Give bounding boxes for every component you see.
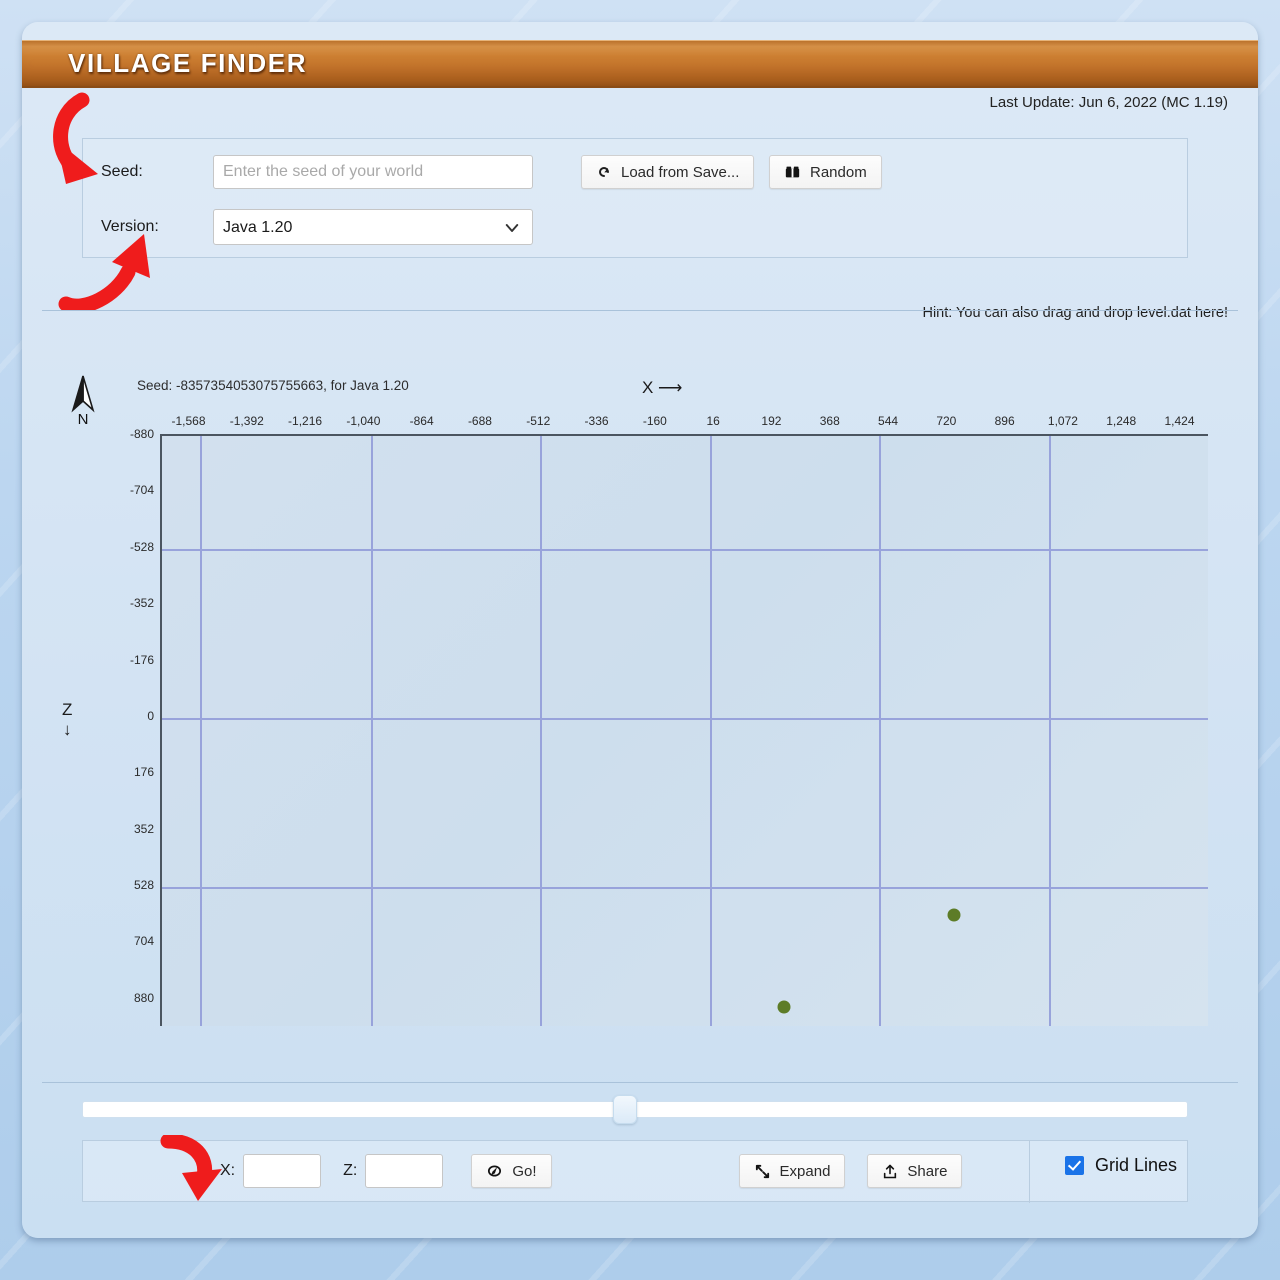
x-axis-tick-label: -1,216 <box>288 414 323 428</box>
expand-label: Expand <box>779 1162 831 1180</box>
share-upload-icon <box>884 1164 897 1178</box>
divider-top <box>42 310 1238 311</box>
bottom-toolbar: X: Z: Go! Expand Share Grid Lines <box>82 1140 1188 1203</box>
grid-vertical-line <box>709 436 712 1026</box>
x-axis-title: X ⟶ <box>642 378 683 397</box>
z-axis-tick-label: -528 <box>129 539 154 554</box>
grid-vertical-line <box>540 436 543 1026</box>
seed-settings-panel: Seed: Version: Java 1.20Java 1.19Java 1.… <box>82 138 1188 258</box>
x-axis-tick-label: 1,072 <box>1047 414 1078 428</box>
page-title: VILLAGE FINDER <box>68 48 308 78</box>
x-axis-tick-label: -864 <box>409 414 434 428</box>
x-coordinate-group: X: <box>220 1154 322 1188</box>
grid-vertical-line <box>1049 436 1052 1026</box>
x-axis-tick-label: -336 <box>584 414 609 428</box>
version-select[interactable]: Java 1.20Java 1.19Java 1.18Java 1.17Bedr… <box>213 209 533 245</box>
seed-label: Seed: <box>101 163 143 180</box>
refresh-arc-icon <box>599 167 609 177</box>
expand-button[interactable]: Expand <box>738 1154 846 1188</box>
map-seed-caption: Seed: -8357354053075755663, for Java 1.2… <box>137 378 409 393</box>
x-axis-tick-label: 1,424 <box>1164 414 1195 428</box>
zoom-slider[interactable] <box>82 1095 1188 1124</box>
version-label: Version: <box>101 218 159 235</box>
load-from-save-label: Load from Save... <box>621 163 740 181</box>
grid-vertical-line <box>199 436 202 1026</box>
z-axis-tick-label: -880 <box>129 427 154 441</box>
divider-bottom <box>42 1082 1238 1083</box>
title-ribbon: VILLAGE FINDER <box>22 40 1258 88</box>
app-card: VILLAGE FINDER Last Update: Jun 6, 2022 … <box>22 22 1258 1238</box>
village-marker[interactable] <box>777 1000 791 1014</box>
gridlines-group: Grid Lines <box>1065 1155 1177 1176</box>
x-coordinate-input[interactable] <box>243 1154 322 1188</box>
village-marker[interactable] <box>947 908 961 922</box>
compass-needle-icon <box>488 1165 502 1177</box>
go-label: Go! <box>512 1162 537 1180</box>
expand-icon <box>755 1164 769 1178</box>
zoom-slider-thumb[interactable] <box>613 1095 637 1124</box>
gridlines-checkbox[interactable] <box>1065 1156 1084 1175</box>
x-axis-tick-label: -688 <box>467 414 492 428</box>
share-button[interactable]: Share <box>867 1154 963 1188</box>
z-coord-label: Z: <box>343 1162 358 1179</box>
z-axis-ticks: -880 -704 -528 -352 -176 0 176 352 528 704 880 <box>22 322 154 1082</box>
z-axis-tick-label: 352 <box>133 821 154 836</box>
load-from-save-button[interactable]: Load from Save... <box>581 155 755 189</box>
x-axis-tick-label: -1,568 <box>171 414 206 428</box>
z-axis-tick-label: -352 <box>129 596 154 611</box>
z-coordinate-group: Z: <box>343 1154 444 1188</box>
z-axis-tick-label: 528 <box>133 878 154 893</box>
random-button[interactable]: Random <box>769 155 882 189</box>
x-axis-tick-label: 192 <box>761 414 782 428</box>
z-axis-tick-label: 0 <box>147 708 154 723</box>
grid-horizontal-line <box>162 717 1208 720</box>
version-row: Version: Java 1.20Java 1.19Java 1.18Java… <box>101 209 533 245</box>
drag-drop-hint: Hint: You can also drag and drop level.d… <box>922 305 1228 321</box>
grid-vertical-line <box>879 436 882 1026</box>
x-axis-tick-label: -512 <box>526 414 551 428</box>
z-axis-tick-label: 704 <box>133 934 154 949</box>
z-axis-tick-label: -176 <box>129 652 154 667</box>
map-plot-area[interactable] <box>160 434 1208 1026</box>
x-axis-tick-label: 720 <box>936 414 957 428</box>
gridlines-label: Grid Lines <box>1095 1155 1178 1175</box>
z-coordinate-input[interactable] <box>365 1154 444 1188</box>
grid-horizontal-line <box>162 548 1208 551</box>
z-axis-tick-label: -704 <box>129 483 154 498</box>
last-update-text: Last Update: Jun 6, 2022 (MC 1.19) <box>989 94 1228 111</box>
x-coord-label: X: <box>220 1162 236 1179</box>
x-axis-tick-label: 1,248 <box>1106 414 1137 428</box>
x-axis-tick-label: 544 <box>878 414 899 428</box>
z-axis-tick-label: 880 <box>133 990 154 1005</box>
x-axis-tick-label: 368 <box>819 414 840 428</box>
x-axis-tick-label: -1,392 <box>229 414 264 428</box>
seed-input[interactable] <box>213 155 533 189</box>
z-axis-tick-label: 176 <box>133 765 154 780</box>
grid-vertical-line <box>370 436 373 1026</box>
x-axis-tick-label: 16 <box>706 414 720 428</box>
seed-row: Seed: <box>101 155 533 189</box>
share-label: Share <box>907 1162 948 1180</box>
dice-icon <box>785 166 800 178</box>
go-button[interactable]: Go! <box>471 1154 552 1188</box>
x-axis-tick-label: -1,040 <box>346 414 381 428</box>
map-region: N Seed: -8357354053075755663, for Java 1… <box>22 322 1258 1082</box>
random-label: Random <box>810 163 867 181</box>
x-axis-tick-label: -160 <box>642 414 667 428</box>
x-axis-tick-label: 896 <box>994 414 1015 428</box>
toolbar-separator <box>1029 1141 1030 1203</box>
x-axis-ticks: -1,568 -1,392 -1,216 -1,040 -864 -688 -512 -336… <box>22 414 1258 430</box>
grid-horizontal-line <box>162 887 1208 890</box>
